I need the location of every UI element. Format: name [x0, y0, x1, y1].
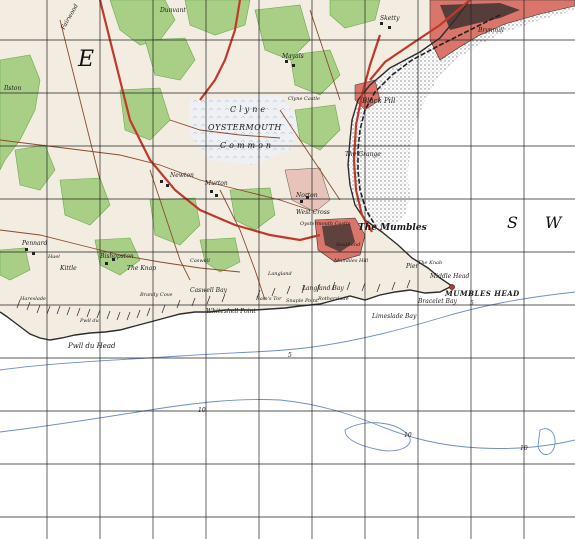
place-label-snaple-point[interactable]: Snaple Point	[286, 298, 319, 304]
place-label-mumbles-hill[interactable]: Mumbles Hill	[333, 258, 369, 264]
lighthouse-icon	[449, 284, 455, 290]
map-svg: 5 10 10 10 5 E S W The Mumbles MUMBLES H…	[0, 0, 575, 539]
place-label-common[interactable]: Common	[220, 141, 274, 150]
place-label-newton[interactable]: Newton	[169, 172, 194, 179]
place-label-ilston[interactable]: Ilston	[3, 85, 21, 92]
place-label-pennard[interactable]: Pennard	[21, 240, 47, 247]
place-label-the-grange[interactable]: The Grange	[345, 151, 381, 158]
place-label-oystermouth[interactable]: OYSTERMOUTH	[208, 123, 282, 132]
place-label-sketty[interactable]: Sketty	[380, 15, 400, 22]
place-label-clyne-castle[interactable]: Clyne Castle	[288, 96, 320, 102]
map-canvas[interactable]: 5 10 10 10 5 E S W The Mumbles MUMBLES H…	[0, 0, 575, 539]
place-label-west-cross[interactable]: West Cross	[296, 209, 330, 216]
place-label-brynmill[interactable]: Brynmill	[477, 27, 504, 34]
place-label-langland-bay[interactable]: Langland Bay	[301, 285, 344, 292]
place-label-caswell-bay[interactable]: Caswell Bay	[190, 287, 228, 294]
place-label-the-knab[interactable]: The Knab	[418, 260, 442, 266]
place-label-rotherslade[interactable]: Rotherslade	[317, 296, 349, 302]
place-label-limeslade-bay[interactable]: Limeslade Bay	[371, 313, 417, 320]
depth-label: 5	[470, 300, 474, 307]
place-label-mumbles[interactable]: The Mumbles	[358, 223, 427, 233]
place-label-pwll-du[interactable]: Pwll du	[79, 318, 99, 324]
place-label-oystermouth-castle[interactable]: Oystermouth Castle	[300, 221, 351, 227]
place-label-southend[interactable]: Southend	[336, 242, 360, 248]
place-label-langland[interactable]: Langland	[267, 271, 292, 277]
place-label-bishopston[interactable]: Bishopston	[99, 253, 134, 260]
place-label-middle-head[interactable]: Middle Head	[429, 273, 469, 280]
place-label-clyne[interactable]: Clyne	[230, 105, 268, 114]
place-label-caswell[interactable]: Caswell	[190, 258, 210, 264]
place-label-hael[interactable]: Hael	[47, 254, 60, 260]
place-label-bracelet-bay[interactable]: Bracelet Bay	[417, 298, 458, 305]
place-label-brandy-cove[interactable]: Brandy Cove	[139, 292, 173, 298]
place-label-hareslade[interactable]: Hareslade	[19, 296, 46, 302]
place-label-kittle[interactable]: Kittle	[59, 265, 77, 272]
place-label-rams-tor[interactable]: Ram's Tor	[255, 296, 282, 302]
place-label-mumbles-head[interactable]: MUMBLES HEAD	[444, 289, 520, 298]
grid-letter-w: W	[545, 213, 563, 232]
place-label-whiteshell-point[interactable]: Whiteshell Point	[206, 308, 256, 315]
grid-letter-s: S	[507, 213, 518, 232]
depth-label: 10	[404, 432, 412, 439]
place-label-the-knap[interactable]: The Knap	[127, 265, 156, 272]
place-label-mayals[interactable]: Mayals	[281, 53, 304, 60]
grid-letter-e: E	[77, 47, 94, 72]
place-label-dunvant[interactable]: Dunvant	[159, 7, 186, 14]
place-label-blackpill[interactable]: Black Pill	[361, 97, 395, 105]
depth-label: 10	[198, 407, 206, 414]
place-label-pwll-du-head[interactable]: Pwll du Head	[67, 342, 116, 350]
place-label-murton[interactable]: Murton	[204, 180, 228, 187]
